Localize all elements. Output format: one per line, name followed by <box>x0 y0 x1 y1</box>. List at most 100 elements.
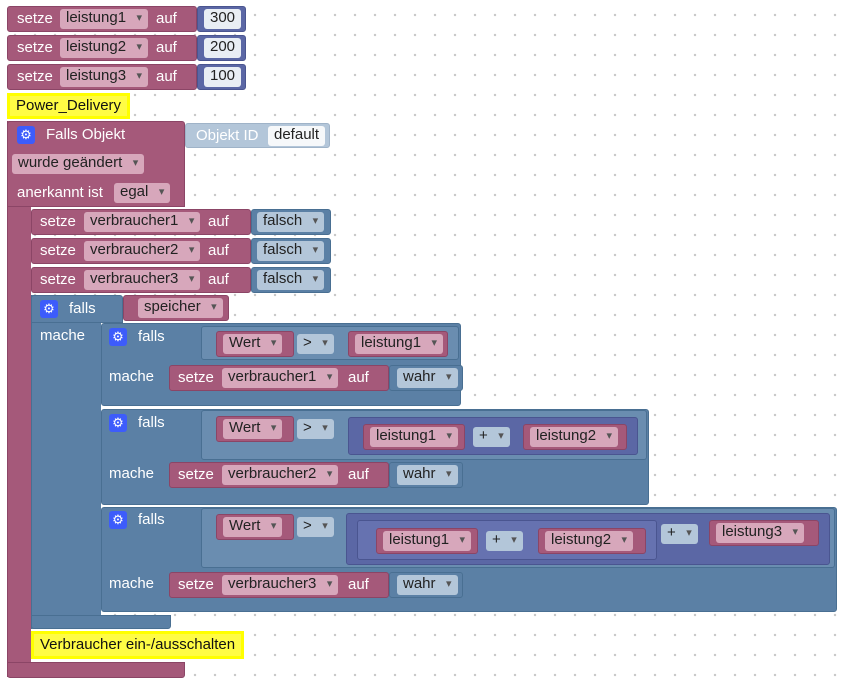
variable-dropdown[interactable]: Wert <box>223 517 283 537</box>
auf-label: auf <box>156 10 177 27</box>
bool-falsch-block[interactable]: falsch <box>251 209 331 235</box>
bool-dropdown[interactable]: wahr <box>397 575 458 595</box>
arith-block[interactable]: leistung1 + leistung2 <box>348 417 638 455</box>
gear-icon[interactable]: ⚙ <box>109 328 127 346</box>
bool-dropdown[interactable]: wahr <box>397 465 458 485</box>
leistung3-variable[interactable]: leistung3 <box>709 520 819 546</box>
event-block-header[interactable]: ⚙ Falls Objekt wurde geändert anerkannt … <box>7 121 185 207</box>
variable-dropdown[interactable]: verbraucher3 <box>84 270 201 290</box>
set-leistung2-block[interactable]: setze leistung2 auf <box>7 35 197 61</box>
variable-dropdown[interactable]: leistung1 <box>383 531 472 551</box>
variable-dropdown[interactable]: leistung3 <box>716 523 805 543</box>
plus-operator-dropdown[interactable]: + <box>473 427 510 447</box>
operator-dropdown[interactable]: > <box>297 334 334 354</box>
variable-dropdown[interactable]: verbraucher1 <box>84 212 201 232</box>
set-verbraucher1-true[interactable]: setze verbraucher1 auf <box>169 365 389 391</box>
trigger-dropdown[interactable]: wurde geändert <box>12 154 145 174</box>
setze-label: setze <box>178 369 214 386</box>
number-field[interactable]: 300 <box>204 9 242 29</box>
set-leistung1-block[interactable]: setze leistung1 auf <box>7 6 197 32</box>
arith-block-outer[interactable]: leistung1 + leistung2 + leistung3 <box>346 513 830 565</box>
variable-dropdown[interactable]: leistung1 <box>355 334 444 354</box>
event-block-footer <box>7 662 185 678</box>
bool-dropdown[interactable]: falsch <box>257 241 325 261</box>
set-verbraucher3-true[interactable]: setze verbraucher3 auf <box>169 572 389 598</box>
gear-icon[interactable]: ⚙ <box>109 511 127 529</box>
number-300[interactable]: 300 <box>197 6 246 32</box>
wert-variable[interactable]: Wert <box>216 514 294 540</box>
variable-dropdown[interactable]: verbraucher1 <box>222 368 339 388</box>
leistung2-variable[interactable]: leistung2 <box>523 424 627 450</box>
falls-label: falls <box>138 414 165 431</box>
number-field[interactable]: 100 <box>204 67 242 87</box>
variable-dropdown[interactable]: leistung1 <box>370 427 459 447</box>
event-title: Falls Objekt <box>46 126 126 143</box>
number-200[interactable]: 200 <box>197 35 246 61</box>
gear-icon[interactable]: ⚙ <box>17 126 35 144</box>
variable-dropdown[interactable]: leistung2 <box>530 427 619 447</box>
objekt-id-block[interactable]: Objekt ID default <box>185 123 330 148</box>
auf-label: auf <box>208 242 229 259</box>
bool-falsch-block[interactable]: falsch <box>251 238 331 264</box>
comment-power-delivery[interactable]: Power_Delivery <box>7 93 131 119</box>
bool-dropdown[interactable]: wahr <box>397 368 458 388</box>
operator-dropdown[interactable]: > <box>297 419 334 439</box>
variable-dropdown[interactable]: leistung2 <box>545 531 634 551</box>
auf-label: auf <box>348 576 369 593</box>
plus-operator-dropdown[interactable]: + <box>661 524 698 544</box>
auf-label: auf <box>156 39 177 56</box>
variable-dropdown[interactable]: speicher <box>138 298 223 318</box>
bool-wahr-block[interactable]: wahr <box>389 462 463 488</box>
anerkannt-dropdown[interactable]: egal <box>114 183 171 203</box>
variable-dropdown[interactable]: Wert <box>223 419 283 439</box>
leistung1-variable[interactable]: leistung1 <box>376 528 478 554</box>
variable-dropdown[interactable]: verbraucher3 <box>222 575 339 595</box>
setze-label: setze <box>40 242 76 259</box>
variable-dropdown[interactable]: leistung3 <box>60 67 149 87</box>
wert-variable[interactable]: Wert <box>216 331 294 357</box>
outer-if-spine <box>31 295 101 629</box>
gear-icon[interactable]: ⚙ <box>109 414 127 432</box>
bool-dropdown[interactable]: falsch <box>257 212 325 232</box>
leistung1-variable[interactable]: leistung1 <box>348 331 448 357</box>
speicher-variable[interactable]: speicher <box>123 295 229 321</box>
setze-label: setze <box>40 271 76 288</box>
bool-dropdown[interactable]: falsch <box>257 270 325 290</box>
set-verbraucher1-block[interactable]: setze verbraucher1 auf <box>31 209 251 235</box>
setze-label: setze <box>17 39 53 56</box>
leistung2-variable[interactable]: leistung2 <box>538 528 646 554</box>
arith-block-inner[interactable]: leistung1 + leistung2 <box>357 520 657 560</box>
bool-wahr-block[interactable]: wahr <box>389 365 463 391</box>
wert-variable[interactable]: Wert <box>216 416 294 442</box>
outer-if-footer <box>31 615 171 629</box>
setze-label: setze <box>178 576 214 593</box>
comment-verbraucher[interactable]: Verbraucher ein-/ausschalten <box>31 631 245 659</box>
compare-block[interactable]: Wert > leistung1 + leistung2 + leistung3 <box>201 508 835 568</box>
operator-dropdown[interactable]: > <box>297 517 334 537</box>
bool-falsch-block[interactable]: falsch <box>251 267 331 293</box>
variable-dropdown[interactable]: verbraucher2 <box>84 241 201 261</box>
set-verbraucher2-true[interactable]: setze verbraucher2 auf <box>169 462 389 488</box>
variable-dropdown[interactable]: leistung1 <box>60 9 149 29</box>
variable-dropdown[interactable]: verbraucher2 <box>222 465 339 485</box>
variable-dropdown[interactable]: Wert <box>223 334 283 354</box>
gear-icon[interactable]: ⚙ <box>40 300 58 318</box>
objekt-id-field[interactable]: default <box>268 126 326 146</box>
compare-block[interactable]: Wert > leistung1 + leistung2 <box>201 410 647 460</box>
auf-label: auf <box>208 213 229 230</box>
bool-wahr-block[interactable]: wahr <box>389 572 463 598</box>
mache-label: mache <box>40 327 86 344</box>
anerkannt-label: anerkannt ist <box>17 184 103 201</box>
number-100[interactable]: 100 <box>197 64 246 90</box>
variable-dropdown[interactable]: leistung2 <box>60 38 149 58</box>
outer-if-header[interactable]: ⚙ falls <box>31 295 123 323</box>
number-field[interactable]: 200 <box>204 38 242 58</box>
auf-label: auf <box>348 369 369 386</box>
compare-block[interactable]: Wert > leistung1 <box>201 326 459 360</box>
set-verbraucher2-block[interactable]: setze verbraucher2 auf <box>31 238 251 264</box>
plus-operator-dropdown[interactable]: + <box>486 531 523 551</box>
leistung1-variable[interactable]: leistung1 <box>363 424 465 450</box>
set-leistung3-block[interactable]: setze leistung3 auf <box>7 64 197 90</box>
falls-label: falls <box>69 300 96 317</box>
set-verbraucher3-block[interactable]: setze verbraucher3 auf <box>31 267 251 293</box>
